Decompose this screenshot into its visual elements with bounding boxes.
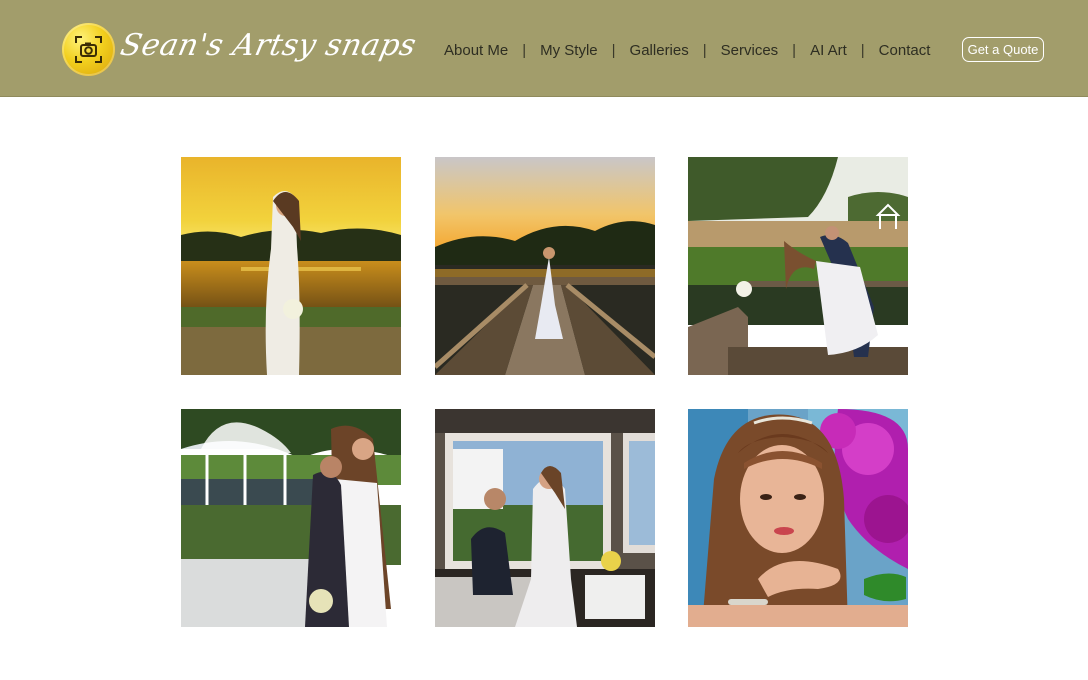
nav-contact[interactable]: Contact	[879, 42, 931, 59]
nav-separator: |	[611, 41, 616, 59]
nav-about-me[interactable]: About Me	[444, 42, 508, 59]
nav-separator: |	[522, 41, 527, 59]
main-nav: About Me | My Style | Galleries | Servic…	[444, 40, 930, 60]
site-header: Sean's Artsy snaps About Me | My Style |…	[0, 0, 1088, 97]
nav-separator: |	[702, 41, 707, 59]
bride-on-dock-photo[interactable]	[435, 157, 655, 375]
nav-galleries[interactable]: Galleries	[630, 42, 689, 59]
couple-dip-dock-photo[interactable]	[688, 157, 908, 375]
bride-portrait-orchids-photo[interactable]	[688, 409, 908, 627]
photo-gallery	[181, 157, 908, 627]
nav-my-style[interactable]: My Style	[540, 42, 598, 59]
nav-services[interactable]: Services	[721, 42, 779, 59]
logo-badge[interactable]	[62, 23, 115, 76]
bride-sunset-lake-photo[interactable]	[181, 157, 401, 375]
get-a-quote-button[interactable]: Get a Quote	[962, 37, 1044, 62]
nav-separator: |	[860, 41, 865, 59]
couple-gazebo-photo[interactable]	[181, 409, 401, 627]
nav-separator: |	[792, 41, 797, 59]
nav-ai-art[interactable]: AI Art	[810, 42, 847, 59]
couple-window-photo[interactable]	[435, 409, 655, 627]
camera-focus-icon	[75, 36, 102, 63]
brand-name[interactable]: Sean's Artsy snaps	[117, 28, 419, 63]
